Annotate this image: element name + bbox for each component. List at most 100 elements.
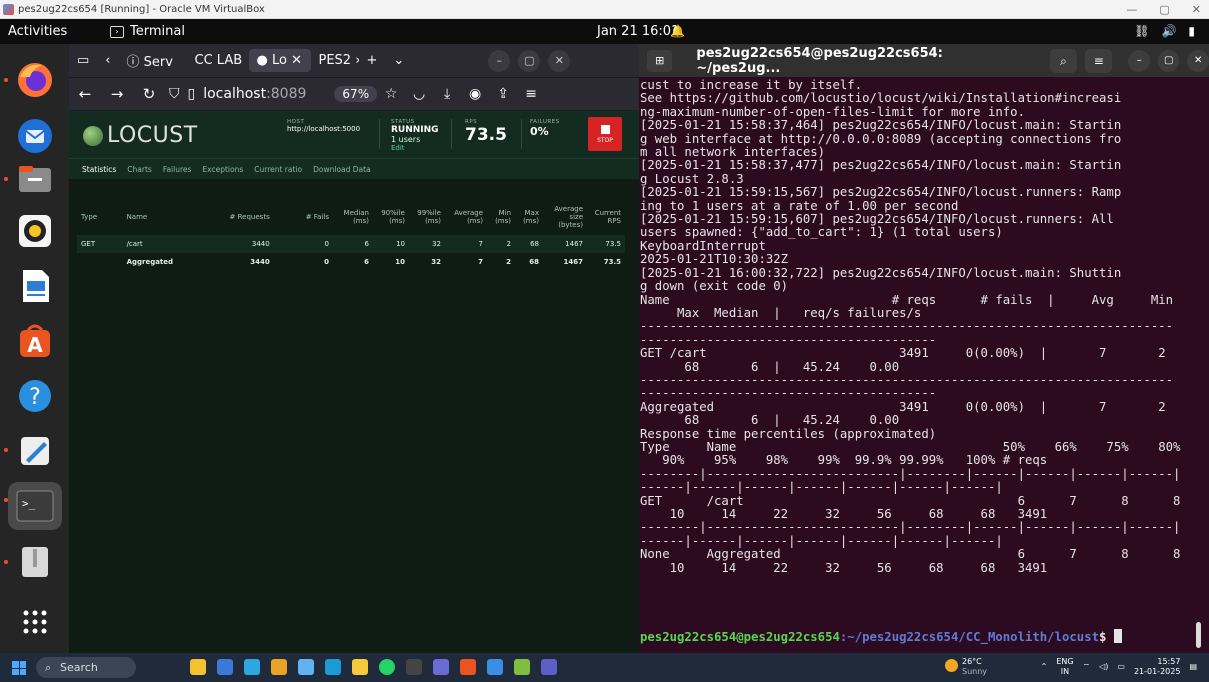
help-icon[interactable]: ? [13,374,57,418]
task-view-icon[interactable] [217,659,233,675]
terminal-line: ---------------------------------------- [640,333,937,347]
files-icon[interactable] [13,157,57,201]
maximize-icon[interactable]: ▢ [1157,49,1180,72]
tab-locust[interactable]: ● Lo ✕ [248,49,311,72]
column-header[interactable]: Name [123,199,183,235]
close-icon[interactable]: ✕ [1187,49,1209,72]
chrome-icon[interactable] [271,659,287,675]
share-icon[interactable]: ⇪ [489,86,517,102]
tab-cc-lab[interactable]: CC LAB [187,49,249,72]
widgets-icon[interactable] [190,659,206,675]
vscode-icon[interactable] [433,659,449,675]
column-header[interactable]: Type [77,199,123,235]
clock[interactable]: Jan 21 16:01 [597,19,679,44]
browser-icon[interactable] [325,659,341,675]
terminal-app-icon[interactable] [406,659,422,675]
terminal-line: [2025-01-21 15:59:15,567] pes2ug22cs654/… [640,186,1122,200]
firefox-icon[interactable] [13,58,57,102]
wifi-app-icon[interactable] [541,659,557,675]
terminal-body[interactable]: cust to increase it by itself. See https:… [639,77,1209,653]
minimize-icon[interactable]: – [1128,49,1150,72]
column-header[interactable]: 90%ile (ms) [373,199,409,235]
tab-download-data[interactable]: Download Data [313,165,371,174]
tab-current-ratio[interactable]: Current ratio [254,165,302,174]
tab-list-icon[interactable]: ⌄ [385,53,412,68]
notification-bell-icon[interactable]: 🔔 [670,19,685,44]
photos-icon[interactable] [487,659,503,675]
whatsapp-icon[interactable] [379,659,395,675]
search-box[interactable]: ⌕ Search [36,657,136,678]
pocket-icon[interactable]: ◡ [405,86,433,102]
column-header[interactable]: # Requests [183,199,274,235]
text-editor-icon[interactable] [13,429,57,473]
ff-close-icon[interactable]: ✕ [548,49,571,72]
scrollbar[interactable] [1196,622,1201,648]
close-button[interactable]: ✕ [1192,0,1201,19]
column-header[interactable]: Current RPS [587,199,625,235]
reload-icon[interactable]: ↻ [133,85,165,103]
zoom-level[interactable]: 67% [334,86,378,102]
new-tab-icon[interactable]: + [359,53,386,68]
tab-statistics[interactable]: Statistics [82,165,116,174]
tab-server[interactable]: ⓘ Serv [119,47,187,74]
minimize-button[interactable]: — [1126,0,1137,19]
new-tab-icon[interactable]: ⊞ [647,49,673,72]
terminal-dock-icon[interactable]: >_ [8,482,62,530]
app-menu[interactable]: › Terminal [110,19,185,44]
datetime[interactable]: 15:57 21-01-2025 [1134,657,1181,677]
column-header[interactable]: Average (ms) [445,199,487,235]
terminal-window: ⊞ pes2ug22cs654@pes2ug22cs654: ~/pes2ug.… [639,44,1209,653]
shell-prompt[interactable]: pes2ug22cs654@pes2ug22cs654:~/pes2ug22cs… [640,629,1122,644]
system-tray-windows[interactable]: ⌃ ENG IN ⌔ ◁) ▭ 15:57 21-01-2025 ▤ [1041,657,1197,677]
edit-link[interactable]: Edit [391,144,439,152]
back-icon[interactable]: ← [69,85,101,103]
column-header[interactable]: # Fails [274,199,333,235]
app-center-icon[interactable]: A [13,319,57,363]
maximize-button[interactable]: ▢ [1159,0,1169,19]
bookmark-star-icon[interactable]: ☆ [377,86,405,102]
menu-icon[interactable]: ≡ [517,86,545,102]
windows-start-icon[interactable] [12,661,26,675]
virtualbox-app-icon[interactable] [460,659,476,675]
svg-text:?: ? [29,385,41,410]
column-header[interactable]: Median (ms) [333,199,373,235]
column-header[interactable]: Min (ms) [487,199,515,235]
thunderbird-icon[interactable] [13,114,57,158]
ff-maximize-icon[interactable]: ▢ [518,49,541,72]
table-cell: /cart [122,235,183,253]
terminal-line: GET /cart 6 7 8 8 [640,494,1181,508]
terminal-line: cust to increase it by itself. [640,79,863,92]
account-icon[interactable]: ◉ [461,86,489,102]
forward-icon[interactable]: → [101,85,133,103]
app-icon[interactable] [514,659,530,675]
chevron-up-icon[interactable]: ⌃ [1041,662,1048,672]
tab-exceptions[interactable]: Exceptions [202,165,243,174]
tab-charts[interactable]: Charts [127,165,152,174]
archive-manager-icon[interactable] [13,540,57,584]
ff-minimize-icon[interactable]: – [488,49,511,72]
store-icon[interactable] [298,659,314,675]
column-header[interactable]: Max (ms) [515,199,543,235]
downloads-icon[interactable]: ⤓ [433,86,461,102]
weather-widget[interactable]: 26°C Sunny [945,657,987,677]
libreoffice-writer-icon[interactable] [13,264,57,308]
file-explorer-icon[interactable] [352,659,368,675]
show-apps-icon[interactable] [13,600,57,644]
search-icon[interactable]: ⌕ [1049,48,1078,73]
tab-overview-icon[interactable]: ▭ [69,53,97,68]
language-indicator[interactable]: ENG IN [1056,657,1073,677]
activities-button[interactable]: Activities [8,19,67,44]
stop-button[interactable]: STOP [588,117,622,151]
menu-icon[interactable]: ≡ [1085,48,1113,73]
system-tray[interactable]: ⛓ 🔊 ▮ [1134,19,1195,44]
column-header[interactable]: Average size (bytes) [543,199,587,235]
tab-scroll-left-icon[interactable]: ‹ [97,53,118,68]
rps-value: 73.5 [465,125,507,145]
notification-icon[interactable]: ▤ [1189,662,1197,672]
tab-pes2[interactable]: PES2 › [311,49,359,72]
edge-icon[interactable] [244,659,260,675]
tab-failures[interactable]: Failures [163,165,192,174]
rhythmbox-icon[interactable] [13,209,57,253]
url-bar[interactable]: ⛉ ▯ localhost:8089 [169,86,306,102]
column-header[interactable]: 99%ile (ms) [409,199,445,235]
